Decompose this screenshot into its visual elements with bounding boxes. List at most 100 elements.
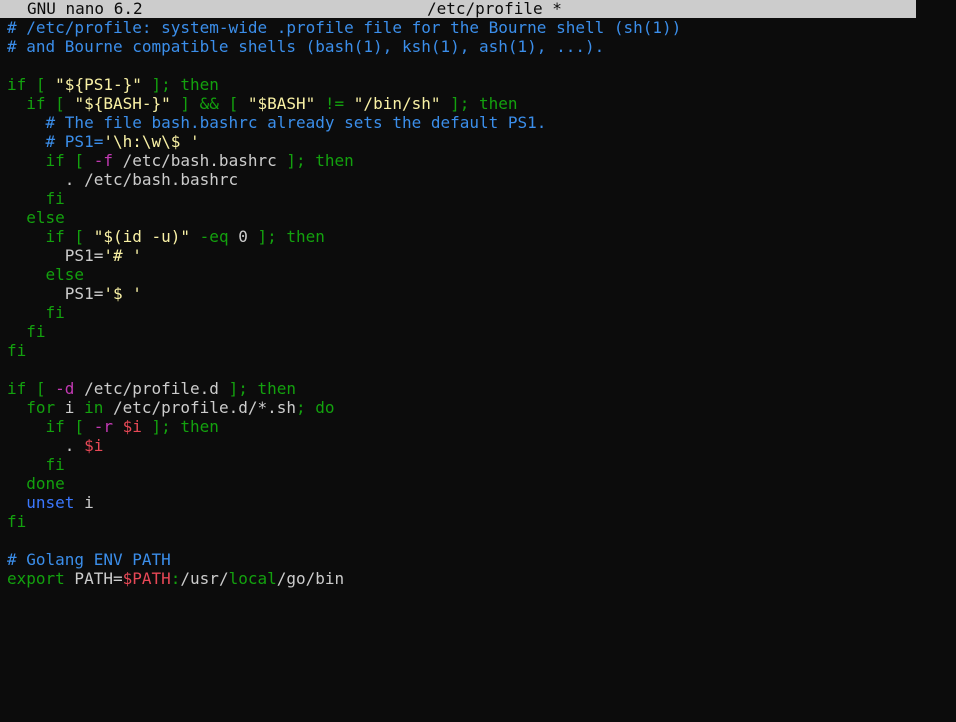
code-token-plain: /usr/ bbox=[180, 569, 229, 588]
code-token-operator: -r bbox=[93, 417, 113, 436]
code-line[interactable]: # /etc/profile: system-wide .profile fil… bbox=[7, 18, 956, 37]
code-token-plain: PS1= bbox=[7, 284, 104, 303]
code-token-string: '\h:\w\$ ' bbox=[103, 132, 200, 151]
code-token-keyword: else bbox=[7, 265, 85, 284]
code-token-operator: -f bbox=[93, 151, 113, 170]
code-token-string: "${PS1-}" bbox=[55, 75, 142, 94]
code-token-string: "$BASH" bbox=[247, 94, 316, 113]
code-line[interactable]: done bbox=[7, 474, 956, 493]
code-token-keyword: in bbox=[84, 398, 104, 417]
code-line[interactable]: fi bbox=[7, 303, 956, 322]
code-token-variable: $i bbox=[122, 417, 142, 436]
code-line[interactable]: fi bbox=[7, 322, 956, 341]
code-token-keyword: fi bbox=[7, 322, 46, 341]
code-line[interactable]: else bbox=[7, 208, 956, 227]
code-token-keyword: ; do bbox=[296, 398, 335, 417]
code-token-keyword: ]; then bbox=[286, 151, 354, 170]
code-token-keyword: ]; then bbox=[440, 94, 518, 113]
code-line[interactable]: # The file bash.bashrc already sets the … bbox=[7, 113, 956, 132]
code-token-keyword: fi bbox=[7, 303, 65, 322]
code-token-plain: /etc/bash.bashrc bbox=[112, 151, 287, 170]
code-token-plain: PATH= bbox=[64, 569, 123, 588]
code-token-keyword: fi bbox=[7, 512, 27, 531]
code-line[interactable]: . /etc/bash.bashrc bbox=[7, 170, 956, 189]
code-line[interactable]: PS1='$ ' bbox=[7, 284, 956, 303]
code-token-plain: 0 bbox=[228, 227, 258, 246]
code-token-keyword: for bbox=[7, 398, 56, 417]
code-line[interactable] bbox=[7, 531, 956, 550]
code-token-keyword: if [ bbox=[7, 417, 94, 436]
code-token-plain: /etc/profile.d/*.sh bbox=[103, 398, 296, 417]
code-line[interactable]: if [ -r $i ]; then bbox=[7, 417, 956, 436]
code-token-keyword: : bbox=[170, 569, 181, 588]
code-token-keyword: fi bbox=[7, 455, 65, 474]
code-token-keyword: if [ bbox=[7, 379, 56, 398]
code-line[interactable]: PS1='# ' bbox=[7, 246, 956, 265]
code-line[interactable] bbox=[7, 360, 956, 379]
code-token-string: "/bin/sh" bbox=[353, 94, 441, 113]
code-token-keyword: if [ bbox=[7, 75, 56, 94]
open-file-name: /etc/profile * bbox=[427, 0, 562, 18]
code-token-keyword: else bbox=[7, 208, 65, 227]
code-token-plain: /go/bin bbox=[276, 569, 345, 588]
code-token-comment: # Golang ENV PATH bbox=[7, 550, 171, 569]
code-token-string: '# ' bbox=[103, 246, 142, 265]
code-token-keyword: export bbox=[7, 569, 65, 588]
code-line[interactable]: export PATH=$PATH:/usr/local/go/bin bbox=[7, 569, 956, 588]
code-token-keyword: done bbox=[7, 474, 65, 493]
code-line[interactable]: fi bbox=[7, 189, 956, 208]
code-token-plain: i bbox=[74, 493, 94, 512]
nano-terminal-window: GNU nano 6.2 /etc/profile * # /etc/profi… bbox=[0, 0, 956, 722]
code-line[interactable]: if [ "${PS1-}" ]; then bbox=[7, 75, 956, 94]
code-line[interactable]: # PS1='\h:\w\$ ' bbox=[7, 132, 956, 151]
code-line[interactable]: if [ -d /etc/profile.d ]; then bbox=[7, 379, 956, 398]
code-line[interactable]: . $i bbox=[7, 436, 956, 455]
code-token-keyword: if [ bbox=[7, 94, 75, 113]
nano-title-bar: GNU nano 6.2 /etc/profile * bbox=[0, 0, 916, 18]
code-token-variable: $PATH bbox=[122, 569, 171, 588]
code-token-comment: # PS1= bbox=[7, 132, 104, 151]
code-token-plain: /etc/profile.d bbox=[74, 379, 229, 398]
code-token-keyword: ]; then bbox=[257, 227, 325, 246]
code-line[interactable]: if [ "${BASH-}" ] && [ "$BASH" != "/bin/… bbox=[7, 94, 956, 113]
code-line[interactable] bbox=[7, 56, 956, 75]
code-token-string: "$(id -u)" bbox=[93, 227, 191, 246]
code-line[interactable]: if [ "$(id -u)" -eq 0 ]; then bbox=[7, 227, 956, 246]
text-editor-area[interactable]: # /etc/profile: system-wide .profile fil… bbox=[7, 18, 956, 588]
code-line[interactable]: if [ -f /etc/bash.bashrc ]; then bbox=[7, 151, 956, 170]
code-token-builtin: unset bbox=[7, 493, 75, 512]
code-token-string: "${BASH-}" bbox=[74, 94, 171, 113]
code-token-keyword: if [ bbox=[7, 151, 94, 170]
code-token-keyword: ]; then bbox=[141, 417, 219, 436]
code-token-comment: # /etc/profile: system-wide .profile fil… bbox=[7, 18, 682, 37]
code-line[interactable]: fi bbox=[7, 512, 956, 531]
code-line[interactable]: fi bbox=[7, 341, 956, 360]
code-token-keyword: local bbox=[228, 569, 277, 588]
code-token-keyword: if [ bbox=[7, 227, 94, 246]
code-token-plain: i bbox=[55, 398, 85, 417]
code-token-keyword: ] && [ bbox=[170, 94, 248, 113]
code-line[interactable]: unset i bbox=[7, 493, 956, 512]
code-line[interactable]: # Golang ENV PATH bbox=[7, 550, 956, 569]
code-token-plain: PS1= bbox=[7, 246, 104, 265]
code-token-comment: # and Bourne compatible shells (bash(1),… bbox=[7, 37, 605, 56]
code-token-keyword: fi bbox=[7, 341, 27, 360]
code-token-keyword: != bbox=[315, 94, 354, 113]
code-line[interactable]: for i in /etc/profile.d/*.sh; do bbox=[7, 398, 956, 417]
code-token-keyword: -eq bbox=[199, 227, 229, 246]
code-token-keyword: fi bbox=[7, 189, 65, 208]
code-token-keyword: ]; then bbox=[228, 379, 296, 398]
code-line[interactable]: fi bbox=[7, 455, 956, 474]
code-token-plain: . bbox=[7, 436, 85, 455]
editor-app-name: GNU nano 6.2 bbox=[27, 0, 143, 18]
code-line[interactable]: # and Bourne compatible shells (bash(1),… bbox=[7, 37, 956, 56]
code-token-plain: . /etc/bash.bashrc bbox=[7, 170, 239, 189]
code-token-comment: # The file bash.bashrc already sets the … bbox=[7, 113, 547, 132]
code-line[interactable]: else bbox=[7, 265, 956, 284]
code-token-string: '$ ' bbox=[103, 284, 142, 303]
code-token-variable: $i bbox=[84, 436, 104, 455]
code-token-keyword: ]; then bbox=[141, 75, 219, 94]
code-token-operator: -d bbox=[55, 379, 75, 398]
